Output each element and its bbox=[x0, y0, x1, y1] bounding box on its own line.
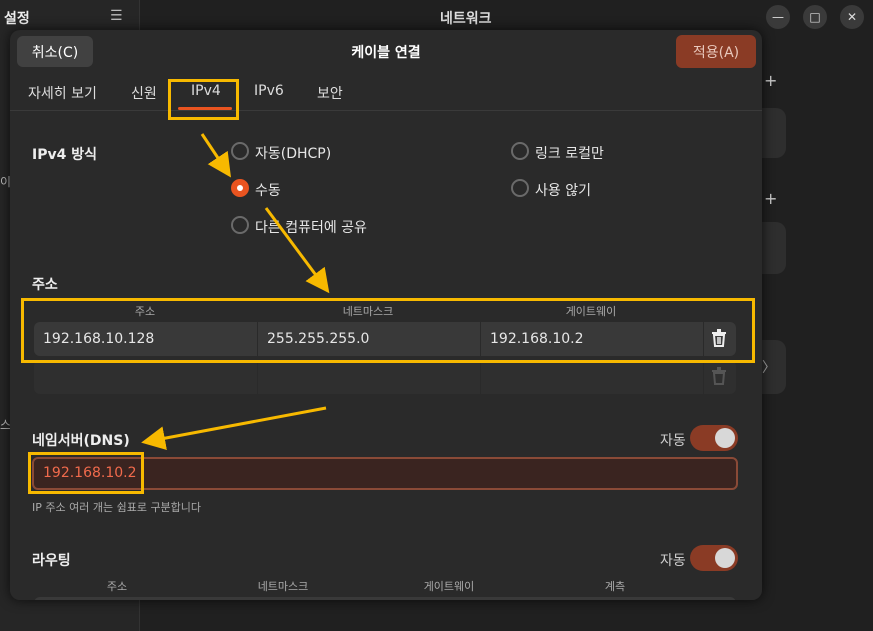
ipv4-method-label: IPv4 방식 bbox=[32, 147, 97, 163]
tab-security[interactable]: 보안 bbox=[317, 83, 343, 103]
radio-link-local-label[interactable]: 링크 로컬만 bbox=[535, 143, 604, 163]
highlight-dns-input bbox=[28, 452, 144, 494]
routing-auto-toggle[interactable] bbox=[690, 545, 738, 571]
radio-shared-label[interactable]: 다른 컴퓨터에 공유 bbox=[255, 217, 367, 237]
radio-manual[interactable] bbox=[231, 179, 249, 197]
trash-icon bbox=[712, 367, 726, 385]
minimize-icon[interactable]: — bbox=[766, 5, 790, 29]
network-card[interactable] bbox=[762, 108, 786, 158]
route-header-netmask: 네트마스크 bbox=[257, 580, 309, 593]
radio-disabled[interactable] bbox=[511, 179, 529, 197]
toggle-knob bbox=[715, 428, 735, 448]
address-field-empty[interactable] bbox=[34, 360, 257, 394]
tab-details[interactable]: 자세히 보기 bbox=[28, 83, 97, 103]
maximize-icon[interactable]: □ bbox=[803, 5, 827, 29]
routing-auto-label: 자동 bbox=[660, 553, 686, 569]
dialog-title: 케이블 연결 bbox=[351, 45, 421, 61]
dns-auto-label: 자동 bbox=[660, 433, 686, 449]
highlight-ipv4-tab bbox=[168, 79, 239, 120]
routing-label: 라우팅 bbox=[32, 553, 71, 569]
dns-hint: IP 주소 여러 개는 쉼표로 구분합니다 bbox=[32, 501, 202, 514]
radio-disabled-label[interactable]: 사용 않기 bbox=[535, 180, 591, 200]
gateway-field-empty[interactable] bbox=[481, 360, 703, 394]
menu-icon[interactable]: ☰ bbox=[110, 8, 123, 24]
dns-auto-toggle[interactable] bbox=[690, 425, 738, 451]
add-icon[interactable]: + bbox=[764, 71, 777, 90]
close-icon[interactable]: ✕ bbox=[840, 5, 864, 29]
network-card[interactable] bbox=[762, 222, 786, 274]
divider bbox=[703, 360, 704, 394]
radio-dhcp-label[interactable]: 자동(DHCP) bbox=[255, 143, 331, 163]
toggle-knob bbox=[715, 548, 735, 568]
tab-bar: 자세히 보기 신원 IPv4 IPv6 보안 bbox=[10, 74, 762, 111]
radio-shared[interactable] bbox=[231, 216, 249, 234]
tab-identity[interactable]: 신원 bbox=[131, 83, 157, 103]
netmask-field-empty[interactable] bbox=[258, 360, 480, 394]
highlight-address-row bbox=[21, 298, 755, 363]
radio-dhcp[interactable] bbox=[231, 142, 249, 160]
route-header-address: 주소 bbox=[106, 580, 128, 593]
dns-label: 네임서버(DNS) bbox=[32, 433, 130, 449]
radio-link-local[interactable] bbox=[511, 142, 529, 160]
dialog-header: 취소(C) 케이블 연결 적용(A) bbox=[10, 30, 762, 74]
address-section-label: 주소 bbox=[32, 277, 58, 293]
tab-ipv6[interactable]: IPv6 bbox=[254, 83, 284, 99]
add-icon[interactable]: + bbox=[764, 189, 777, 208]
chevron-right-icon[interactable]: 〉 bbox=[762, 357, 776, 377]
route-header-gateway: 게이트웨이 bbox=[423, 580, 475, 593]
apply-button[interactable]: 적용(A) bbox=[676, 35, 756, 68]
sidebar-title: 설정 bbox=[4, 11, 30, 27]
address-row-empty bbox=[34, 360, 736, 394]
route-header-metric: 계측 bbox=[604, 580, 626, 593]
route-row[interactable] bbox=[34, 597, 736, 600]
page-title: 네트워크 bbox=[440, 11, 492, 27]
radio-manual-label[interactable]: 수동 bbox=[255, 180, 281, 200]
